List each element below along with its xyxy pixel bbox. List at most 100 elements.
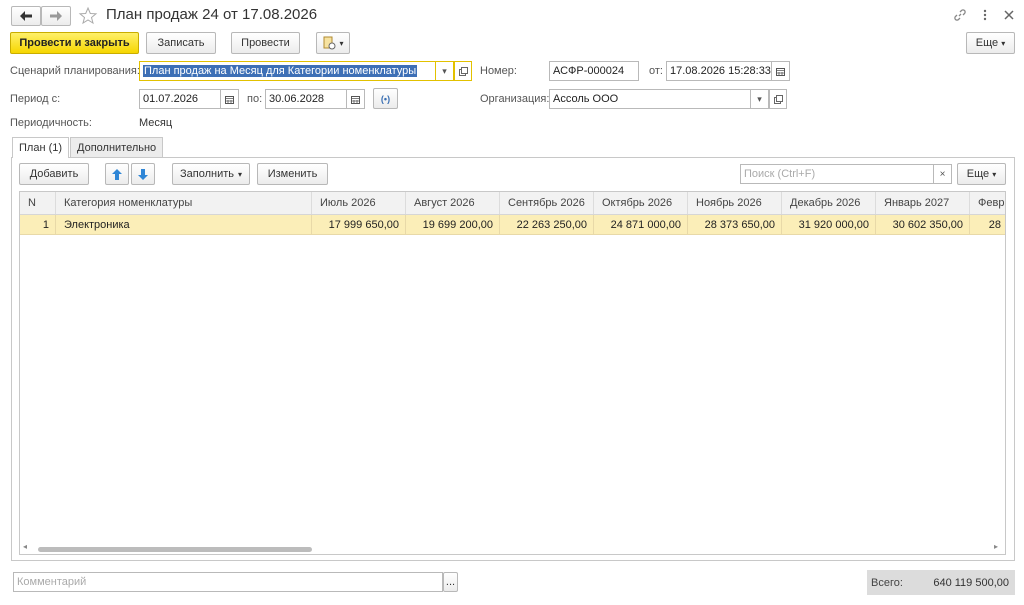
column-header-n[interactable]: N (20, 192, 56, 214)
calendar-icon (776, 67, 785, 76)
open-icon (773, 94, 783, 104)
column-header-dec-2026[interactable]: Декабрь 2026 (782, 192, 876, 214)
move-up-button[interactable] (105, 163, 129, 185)
scenario-value: План продаж на Месяц для Категории номен… (143, 65, 418, 77)
horizontal-scrollbar[interactable]: ◂ ▸ (20, 542, 1005, 554)
column-header-sep-2026[interactable]: Сентябрь 2026 (500, 192, 594, 214)
number-field[interactable]: АСФР-000024 (549, 61, 639, 81)
organization-label: Организация: (480, 93, 550, 105)
document-date-field[interactable]: 17.08.2026 15:28:33 (666, 61, 772, 81)
total-panel: Всего: 640 119 500,00 (867, 570, 1015, 595)
scenario-field[interactable]: План продаж на Месяц для Категории номен… (139, 61, 436, 81)
print-menu-button[interactable]: ▾ (316, 32, 350, 54)
column-header-nov-2026[interactable]: Ноябрь 2026 (688, 192, 782, 214)
period-to-calendar-button[interactable] (347, 89, 365, 109)
forward-button[interactable] (41, 6, 71, 26)
back-button[interactable] (11, 6, 41, 26)
move-down-button[interactable] (131, 163, 155, 185)
search-placeholder: Поиск (Ctrl+F) (744, 168, 816, 180)
column-header-oct-2026[interactable]: Октябрь 2026 (594, 192, 688, 214)
arrow-down-icon (138, 168, 148, 180)
date-label: от: (649, 65, 663, 77)
edit-button[interactable]: Изменить (257, 163, 328, 185)
tab-plan-label: План (1) (19, 142, 63, 154)
chevron-down-icon: ▾ (1001, 38, 1006, 48)
period-from-field[interactable]: 01.07.2026 (139, 89, 221, 109)
scenario-label: Сценарий планирования: (10, 65, 140, 77)
print-document-icon (323, 36, 336, 50)
search-clear-button[interactable]: × (934, 164, 952, 184)
cell-nov-2026: 28 373 650,00 (688, 215, 782, 235)
number-label: Номер: (480, 65, 517, 77)
table-more-button[interactable]: Еще ▾ (957, 163, 1006, 185)
comment-placeholder: Комментарий (17, 576, 87, 588)
cell-n: 1 (20, 215, 56, 235)
more-label: Еще (975, 37, 999, 49)
period-from-label: Период с: (10, 93, 61, 105)
fill-button[interactable]: Заполнить ▾ (172, 163, 250, 185)
total-value: 640 119 500,00 (933, 577, 1009, 589)
comment-field[interactable]: Комментарий (13, 572, 443, 592)
column-header-feb-2027[interactable]: Февр (970, 192, 1005, 214)
column-header-jul-2026[interactable]: Июль 2026 (312, 192, 406, 214)
plan-table[interactable]: N Категория номенклатуры Июль 2026 Авгус… (19, 191, 1006, 555)
tab-additional[interactable]: Дополнительно (70, 137, 164, 157)
tab-panel: Добавить Заполнить ▾ Изменить Поиск (Ctr… (11, 157, 1015, 561)
table-header: N Категория номенклатуры Июль 2026 Авгус… (20, 192, 1005, 215)
organization-field[interactable]: Ассоль ООО (549, 89, 751, 109)
chevron-down-icon: ▾ (339, 38, 344, 48)
tab-plan[interactable]: План (1) (12, 137, 70, 158)
arrow-up-icon (112, 168, 122, 180)
post-button[interactable]: Провести (231, 32, 300, 54)
post-and-close-button[interactable]: Провести и закрыть (10, 32, 139, 54)
organization-dropdown-button[interactable]: ▾ (751, 89, 769, 109)
add-button[interactable]: Добавить (19, 163, 89, 185)
more-vertical-icon[interactable] (982, 8, 988, 22)
column-header-category[interactable]: Категория номенклатуры (56, 192, 312, 214)
column-header-aug-2026[interactable]: Август 2026 (406, 192, 500, 214)
column-header-jan-2027[interactable]: Январь 2027 (876, 192, 970, 214)
cell-dec-2026: 31 920 000,00 (782, 215, 876, 235)
cell-jul-2026: 17 999 650,00 (312, 215, 406, 235)
period-from-calendar-button[interactable] (221, 89, 239, 109)
periodicity-label: Периодичность: (10, 117, 92, 129)
scenario-dropdown-button[interactable]: ▾ (436, 61, 454, 81)
calendar-icon (225, 95, 234, 104)
scroll-left-icon[interactable]: ◂ (23, 542, 27, 551)
calendar-button[interactable] (772, 61, 790, 81)
chevron-down-icon: ▾ (238, 169, 243, 179)
period-select-button[interactable]: (•) (373, 88, 398, 109)
periodicity-value: Месяц (139, 117, 173, 129)
chevron-down-icon: ▾ (992, 169, 997, 179)
cell-sep-2026: 22 263 250,00 (500, 215, 594, 235)
cell-oct-2026: 24 871 000,00 (594, 215, 688, 235)
cell-category: Электроника (56, 215, 312, 235)
window-title: План продаж 24 от 17.08.2026 (106, 6, 318, 23)
tab-additional-label: Дополнительно (77, 141, 157, 154)
calendar-icon (351, 95, 360, 104)
search-input[interactable]: Поиск (Ctrl+F) (740, 164, 934, 184)
total-label: Всего: (871, 577, 903, 589)
save-button[interactable]: Записать (146, 32, 216, 54)
cell-jan-2027: 30 602 350,00 (876, 215, 970, 235)
period-select-icon: (•) (380, 93, 391, 104)
period-to-field[interactable]: 30.06.2028 (265, 89, 347, 109)
open-icon (458, 66, 468, 76)
arrow-right-icon (50, 11, 62, 21)
table-more-label: Еще (966, 168, 990, 180)
scroll-right-icon[interactable]: ▸ (994, 542, 998, 551)
link-icon[interactable] (953, 8, 967, 22)
close-icon[interactable] (1003, 9, 1015, 21)
scenario-open-button[interactable] (454, 61, 472, 81)
fill-label: Заполнить (179, 168, 234, 180)
table-row[interactable]: 1 Электроника 17 999 650,00 19 699 200,0… (20, 215, 1005, 235)
organization-open-button[interactable] (769, 89, 787, 109)
more-menu-button[interactable]: Еще ▾ (966, 32, 1015, 54)
period-to-label: по: (247, 93, 263, 105)
comment-edit-button[interactable]: ... (443, 572, 458, 592)
scrollbar-thumb[interactable] (38, 547, 312, 552)
arrow-left-icon (20, 11, 32, 21)
cell-feb-2027: 28 (988, 219, 1001, 231)
cell-aug-2026: 19 699 200,00 (406, 215, 500, 235)
favorite-star-icon[interactable] (78, 6, 98, 26)
